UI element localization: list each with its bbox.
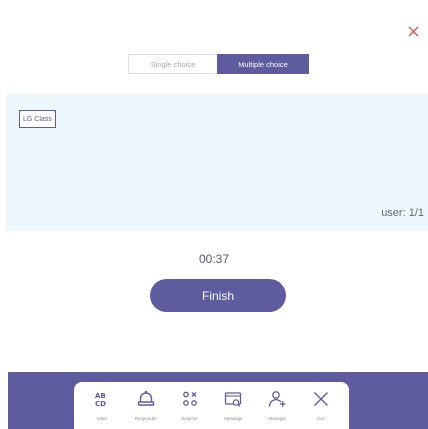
toolbar-item-message[interactable]: Message <box>214 382 252 429</box>
manager-icon <box>267 389 287 409</box>
message-icon <box>223 389 243 409</box>
close-button[interactable] <box>404 22 422 40</box>
response-panel: LG Class user: 1/1 <box>6 94 428 231</box>
svg-text:CD: CD <box>95 400 106 408</box>
finish-button[interactable]: Finish <box>150 279 286 312</box>
class-tag: LG Class <box>19 110 56 128</box>
svg-text:AB: AB <box>95 392 106 400</box>
bell-icon <box>136 389 156 409</box>
toolbar-item-exit[interactable]: Exit <box>302 382 340 429</box>
user-count: user: 1/1 <box>381 207 424 219</box>
toolbar-item-voter[interactable]: AB CD Voter <box>83 382 121 429</box>
single-choice-tab[interactable]: Single choice <box>128 54 217 74</box>
toolbar-item-label: Voter <box>96 416 108 421</box>
close-icon <box>408 26 418 36</box>
close-icon <box>311 389 331 409</box>
toolbar-item-manager[interactable]: Manager <box>258 382 296 429</box>
toolbar-item-selector[interactable]: Selector <box>171 382 209 429</box>
toolbar-item-label: Selector <box>181 416 198 421</box>
mode-toggle: Single choice Multiple choice <box>128 54 309 74</box>
timer: 00:37 <box>198 252 230 266</box>
toolbar: AB CD Voter Responder Selector Message M… <box>74 382 349 429</box>
toolbar-item-label: Exit <box>317 416 325 421</box>
toolbar-item-label: Manager <box>268 416 287 421</box>
multiple-choice-tab[interactable]: Multiple choice <box>217 54 309 74</box>
toolbar-item-responder[interactable]: Responder <box>127 382 165 429</box>
quiz-screen: Single choice Multiple choice LG Class u… <box>0 0 428 429</box>
bottom-bar: AB CD Voter Responder Selector Message M… <box>8 372 428 429</box>
toolbar-item-label: Message <box>224 416 243 421</box>
toolbar-item-label: Responder <box>134 416 157 421</box>
selector-icon <box>180 389 200 409</box>
voter-icon: AB CD <box>92 389 112 409</box>
